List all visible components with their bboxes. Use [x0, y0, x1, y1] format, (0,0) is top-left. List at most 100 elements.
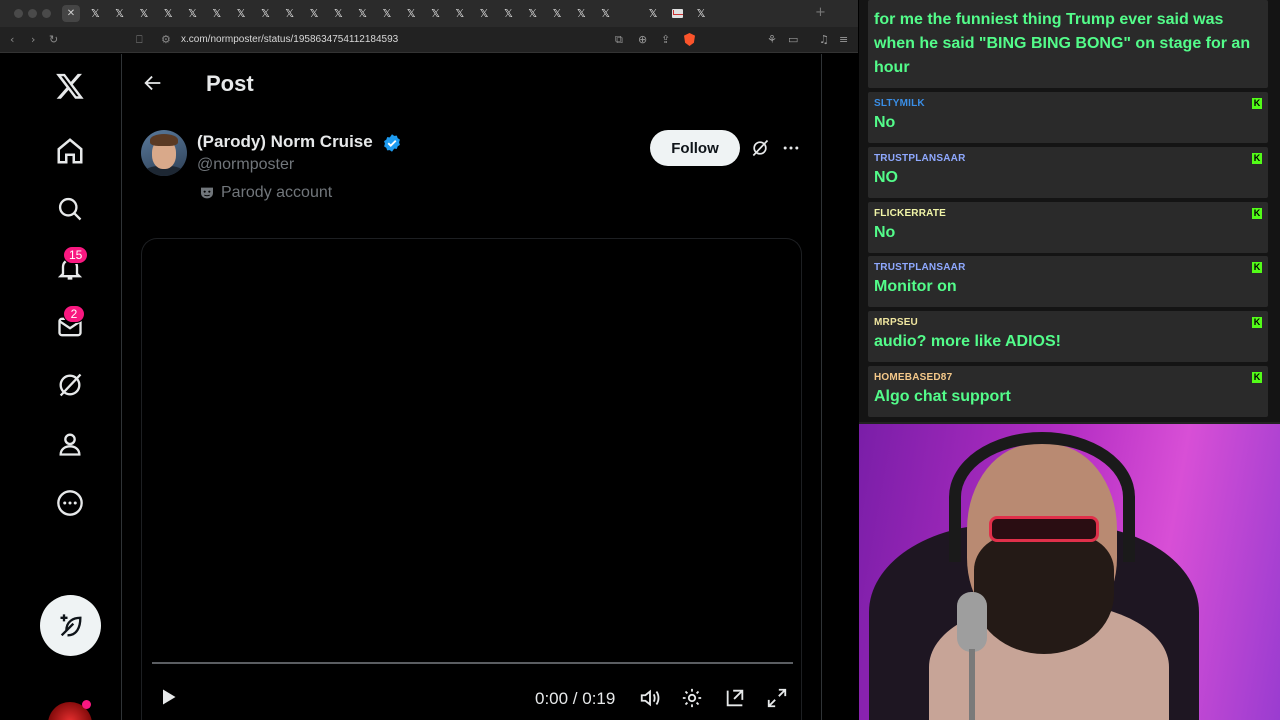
post-column: Post (Parody) Norm Cruise @normposter Pa…: [122, 54, 822, 720]
browser-tab[interactable]: 𝕏: [354, 5, 372, 22]
browser-tab[interactable]: 𝕏: [135, 5, 153, 22]
chat-message: MRPSEU audio? more like ADIOS! K: [868, 311, 1268, 363]
x-favicon-icon: 𝕏: [601, 7, 611, 20]
zoom-icon[interactable]: ⊕: [638, 33, 647, 46]
bookmark-icon[interactable]: ⎕: [136, 33, 143, 47]
kick-badge-icon: K: [1252, 262, 1262, 274]
x-favicon-icon: 𝕏: [188, 7, 197, 20]
chat-message-text: for me the funniest thing Trump ever sai…: [874, 11, 1251, 76]
browser-tab[interactable]: 𝕏: [159, 5, 177, 22]
kick-badge-icon: K: [1252, 317, 1262, 329]
back-arrow-icon[interactable]: [142, 72, 164, 99]
back-nav-icon[interactable]: ‹: [10, 33, 14, 46]
new-tab-icon[interactable]: +: [815, 5, 826, 20]
window-zoom-dot[interactable]: [42, 9, 51, 18]
brave-shields-icon[interactable]: [684, 33, 695, 46]
compose-post-button[interactable]: [40, 595, 101, 656]
open-external-icon[interactable]: ⧉: [615, 33, 623, 47]
site-settings-icon[interactable]: ⚙: [161, 33, 171, 46]
more-horizontal-icon[interactable]: [780, 138, 802, 163]
grok-icon[interactable]: [52, 367, 88, 403]
chat-username[interactable]: HOMEBASED87: [874, 372, 952, 383]
x-favicon-icon: 𝕏: [212, 7, 222, 20]
browser-tab[interactable]: 𝕏: [402, 5, 420, 22]
browser-tab[interactable]: 𝕏: [499, 5, 517, 22]
browser-tab[interactable]: 𝕏: [305, 5, 323, 22]
parody-label-text: Parody account: [221, 184, 333, 201]
mask-icon: [201, 187, 213, 199]
browser-tab[interactable]: 𝕏: [451, 5, 469, 22]
browser-tab[interactable]: 𝕏: [86, 5, 104, 22]
browser-tab[interactable]: 𝕏: [524, 5, 542, 22]
chat-message-text: Monitor on: [874, 278, 957, 296]
chat-message-text: No: [874, 114, 896, 131]
author-avatar[interactable]: [141, 130, 187, 176]
picture-in-picture-icon[interactable]: [724, 687, 746, 714]
close-tab-icon[interactable]: ✕: [67, 8, 75, 19]
url-field[interactable]: x.com/normposter/status/1958634754112184…: [181, 34, 398, 45]
x-logo-icon[interactable]: [52, 68, 88, 104]
browser-tab[interactable]: 𝕏: [232, 5, 250, 22]
window-minimize-dot[interactable]: [28, 9, 37, 18]
x-favicon-icon: 𝕏: [90, 7, 100, 20]
reload-icon[interactable]: ↻: [49, 33, 58, 46]
browser-tab[interactable]: 𝕏: [597, 5, 615, 22]
browser-tab[interactable]: 𝕏: [644, 5, 662, 22]
chat-message-text: NO: [874, 168, 898, 186]
browser-tab[interactable]: 𝕏: [329, 5, 347, 22]
video-player[interactable]: 0:00 / 0:19: [141, 238, 802, 720]
chat-username[interactable]: TRUSTPLANSAAR: [874, 153, 966, 164]
media-icon[interactable]: ♫: [819, 33, 829, 46]
more-options-icon[interactable]: [52, 485, 88, 521]
mail-favicon-icon: [671, 9, 683, 18]
grok-explain-icon[interactable]: [750, 138, 770, 163]
browser-tab[interactable]: 𝕏: [572, 5, 590, 22]
browser-tab[interactable]: 𝕏: [111, 5, 129, 22]
browser-tab[interactable]: 𝕏: [256, 5, 274, 22]
home-icon[interactable]: [52, 133, 88, 169]
sidebar-icon[interactable]: ▭: [788, 33, 798, 46]
settings-gear-icon[interactable]: [681, 687, 703, 714]
chat-message: FLICKERRATE No K: [868, 201, 1268, 253]
fullscreen-icon[interactable]: [766, 687, 788, 714]
chat-message-text: Algo chat support: [874, 388, 1011, 405]
browser-tab[interactable]: 𝕏: [427, 5, 445, 22]
x-favicon-icon: 𝕏: [503, 7, 513, 20]
video-progress-bar[interactable]: [152, 662, 793, 664]
x-favicon-icon: 𝕏: [309, 7, 319, 20]
browser-tab[interactable]: 𝕏: [548, 5, 566, 22]
account-avatar[interactable]: [48, 700, 92, 720]
stream-chat: for me the funniest thing Trump ever sai…: [859, 0, 1280, 422]
browser-tab[interactable]: 𝕏: [692, 5, 710, 22]
x-favicon-icon: 𝕏: [648, 7, 658, 20]
extensions-icon[interactable]: ⚘: [767, 33, 777, 46]
browser-tab[interactable]: 𝕏: [378, 5, 396, 22]
streamer-beard: [974, 534, 1114, 654]
share-icon[interactable]: ⇪: [661, 33, 670, 46]
address-bar: ‹ › ↻ ⎕ ⚙ x.com/normposter/status/195863…: [0, 27, 858, 53]
chat-username[interactable]: TRUSTPLANSAAR: [874, 262, 966, 273]
profile-icon[interactable]: [52, 426, 88, 462]
author-handle[interactable]: @normposter: [197, 156, 294, 174]
chat-username[interactable]: SLTYMILK: [874, 98, 925, 109]
volume-icon[interactable]: [639, 687, 661, 714]
x-favicon-icon: 𝕏: [115, 7, 125, 20]
x-favicon-icon: 𝕏: [358, 7, 368, 20]
author-name[interactable]: (Parody) Norm Cruise: [197, 132, 373, 152]
follow-button[interactable]: Follow: [650, 130, 740, 166]
browser-tab[interactable]: 𝕏: [184, 5, 202, 22]
chat-username[interactable]: MRPSEU: [874, 317, 918, 328]
forward-nav-icon[interactable]: ›: [31, 33, 35, 46]
menu-icon[interactable]: ≡: [839, 33, 848, 46]
browser-tab[interactable]: [668, 5, 686, 22]
chat-username[interactable]: FLICKERRATE: [874, 208, 946, 219]
browser-tab[interactable]: 𝕏: [475, 5, 493, 22]
play-icon[interactable]: [158, 687, 178, 712]
browser-tab[interactable]: 𝕏: [208, 5, 226, 22]
browser-tab[interactable]: 𝕏: [281, 5, 299, 22]
window-close-dot[interactable]: [14, 9, 23, 18]
search-icon[interactable]: [52, 191, 88, 227]
x-favicon-icon: 𝕏: [139, 7, 149, 20]
messages-badge: 2: [63, 305, 85, 323]
tab-active[interactable]: ✕: [62, 5, 80, 22]
